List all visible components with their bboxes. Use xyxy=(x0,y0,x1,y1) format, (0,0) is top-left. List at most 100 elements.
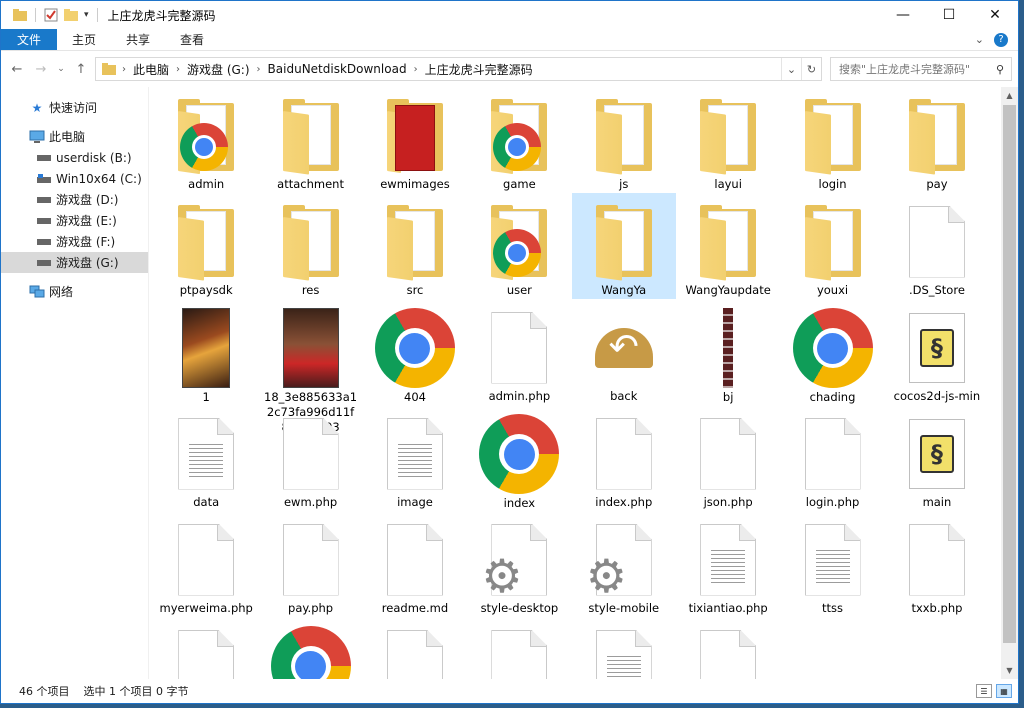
breadcrumb-baidunetdisk[interactable]: BaiduNetdiskDownload xyxy=(261,62,414,76)
close-button[interactable]: ✕ xyxy=(972,1,1018,29)
file-item[interactable]: myerweima.php xyxy=(154,511,258,617)
file-item[interactable] xyxy=(467,617,571,679)
search-icon[interactable]: ⚲ xyxy=(989,63,1011,76)
file-item[interactable] xyxy=(572,617,676,679)
tab-file[interactable]: 文件 xyxy=(1,29,58,50)
breadcrumb-current-folder[interactable]: 上庄龙虎斗完整源码 xyxy=(418,61,540,78)
file-item[interactable]: admin xyxy=(154,87,258,193)
back-button[interactable]: ← xyxy=(7,58,27,80)
file-item[interactable]: game xyxy=(467,87,571,193)
file-item[interactable]: bj xyxy=(676,299,780,405)
file-item[interactable]: ewmimages xyxy=(363,87,467,193)
file-item[interactable]: 18_3e885633a12c73fa996d11f8d985a93 xyxy=(258,299,362,434)
file-item[interactable]: tixiantiao.php xyxy=(676,511,780,617)
file-item[interactable]: txxb.php xyxy=(885,511,989,617)
expand-ribbon-icon[interactable]: ⌄ xyxy=(975,33,984,46)
file-item[interactable]: pay.php xyxy=(258,511,362,617)
file-item[interactable]: login.php xyxy=(780,405,884,511)
file-item[interactable]: res xyxy=(258,193,362,299)
script-file-icon: § xyxy=(897,308,977,387)
file-item[interactable]: index.php xyxy=(572,405,676,511)
large-icons-view-icon[interactable]: ▦ xyxy=(996,684,1012,698)
file-item[interactable]: json.php xyxy=(676,405,780,511)
address-bar[interactable]: › 此电脑 › 游戏盘 (G:) › BaiduNetdiskDownload … xyxy=(95,57,822,81)
maximize-button[interactable]: ☐ xyxy=(926,1,972,29)
file-item[interactable]: admin.php xyxy=(467,299,571,405)
help-icon[interactable]: ? xyxy=(994,32,1008,47)
nav-drive-c[interactable]: Win10x64 (C:) xyxy=(1,168,148,189)
address-dropdown-button[interactable]: ⌄ xyxy=(781,58,801,80)
file-item[interactable]: layui xyxy=(676,87,780,193)
file-item[interactable] xyxy=(258,617,362,679)
file-item[interactable]: 404 xyxy=(363,299,467,405)
file-item[interactable]: js xyxy=(572,87,676,193)
file-item[interactable]: § main xyxy=(885,405,989,511)
text-file-icon xyxy=(375,414,455,493)
image-thumbnail-icon xyxy=(271,308,351,388)
nav-drive-e[interactable]: 游戏盘 (E:) xyxy=(1,210,148,231)
folder-icon xyxy=(584,202,664,281)
scroll-down-button[interactable]: ▼ xyxy=(1001,662,1018,679)
file-item[interactable]: ↶ back xyxy=(572,299,676,405)
file-item[interactable]: attachment xyxy=(258,87,362,193)
file-item[interactable]: ttss xyxy=(780,511,884,617)
minimize-button[interactable]: — xyxy=(880,1,926,29)
breadcrumb-drive-g[interactable]: 游戏盘 (G:) xyxy=(180,61,257,78)
folder-icon xyxy=(584,96,664,175)
file-item[interactable]: ⚙ style-desktop xyxy=(467,511,571,617)
blank-file-icon xyxy=(271,414,351,493)
file-item[interactable]: src xyxy=(363,193,467,299)
nav-quick-access[interactable]: ★ 快速访问 xyxy=(1,97,148,118)
nav-drive-b[interactable]: userdisk (B:) xyxy=(1,147,148,168)
file-item[interactable]: ptpaysdk xyxy=(154,193,258,299)
forward-button[interactable]: → xyxy=(31,58,51,80)
file-name: user xyxy=(506,283,532,297)
up-button[interactable]: ↑ xyxy=(71,58,91,80)
file-item[interactable] xyxy=(363,617,467,679)
file-item[interactable]: 1 xyxy=(154,299,258,405)
breadcrumb-this-pc[interactable]: 此电脑 xyxy=(126,61,176,78)
new-folder-icon[interactable] xyxy=(64,9,78,21)
nav-drive-g[interactable]: 游戏盘 (G:) xyxy=(1,252,148,273)
file-item[interactable]: chading xyxy=(780,299,884,405)
file-item[interactable]: data xyxy=(154,405,258,511)
file-item[interactable]: ewm.php xyxy=(258,405,362,511)
file-item[interactable] xyxy=(676,617,780,679)
customize-quick-access-icon[interactable]: ▾ xyxy=(84,10,89,20)
recent-locations-button[interactable]: ⌄ xyxy=(55,58,67,80)
details-view-icon[interactable]: ☰ xyxy=(976,684,992,698)
scrollbar-thumb[interactable] xyxy=(1003,105,1016,643)
file-item[interactable]: index xyxy=(467,405,571,511)
nav-drive-f[interactable]: 游戏盘 (F:) xyxy=(1,231,148,252)
scroll-up-button[interactable]: ▲ xyxy=(1001,87,1018,104)
file-item[interactable]: user xyxy=(467,193,571,299)
search-input[interactable] xyxy=(839,62,989,76)
file-item[interactable]: readme.md xyxy=(363,511,467,617)
tab-view[interactable]: 查看 xyxy=(165,29,219,50)
vertical-scrollbar[interactable]: ▲ ▼ xyxy=(1001,87,1018,679)
file-item[interactable]: image xyxy=(363,405,467,511)
file-item[interactable]: youxi xyxy=(780,193,884,299)
nav-drive-label: Win10x64 (C:) xyxy=(56,171,142,186)
search-box[interactable]: ⚲ xyxy=(830,57,1012,81)
file-item[interactable]: pay xyxy=(885,87,989,193)
nav-drive-label: 游戏盘 (E:) xyxy=(56,214,117,228)
properties-icon[interactable] xyxy=(44,8,58,22)
main-area: ★ 快速访问 此电脑 userdisk (B:) Win10x64 (C:) 游… xyxy=(1,87,1018,679)
file-item[interactable] xyxy=(154,617,258,679)
nav-this-pc[interactable]: 此电脑 xyxy=(1,126,148,147)
file-item[interactable]: ⚙ style-mobile xyxy=(572,511,676,617)
nav-network[interactable]: 网络 xyxy=(1,281,148,302)
file-item[interactable]: login xyxy=(780,87,884,193)
tab-share[interactable]: 共享 xyxy=(111,29,165,50)
file-item[interactable]: WangYa xyxy=(571,193,676,299)
nav-drive-d[interactable]: 游戏盘 (D:) xyxy=(1,189,148,210)
file-item[interactable]: WangYaupdate xyxy=(676,193,780,299)
file-item[interactable]: § cocos2d-js-min xyxy=(885,299,989,405)
folder-icon xyxy=(166,202,246,281)
navigation-pane: ★ 快速访问 此电脑 userdisk (B:) Win10x64 (C:) 游… xyxy=(1,87,149,679)
tab-home[interactable]: 主页 xyxy=(57,29,111,50)
blank-file-icon xyxy=(688,414,768,493)
refresh-button[interactable]: ↻ xyxy=(801,58,821,80)
file-item[interactable]: .DS_Store xyxy=(885,193,989,299)
